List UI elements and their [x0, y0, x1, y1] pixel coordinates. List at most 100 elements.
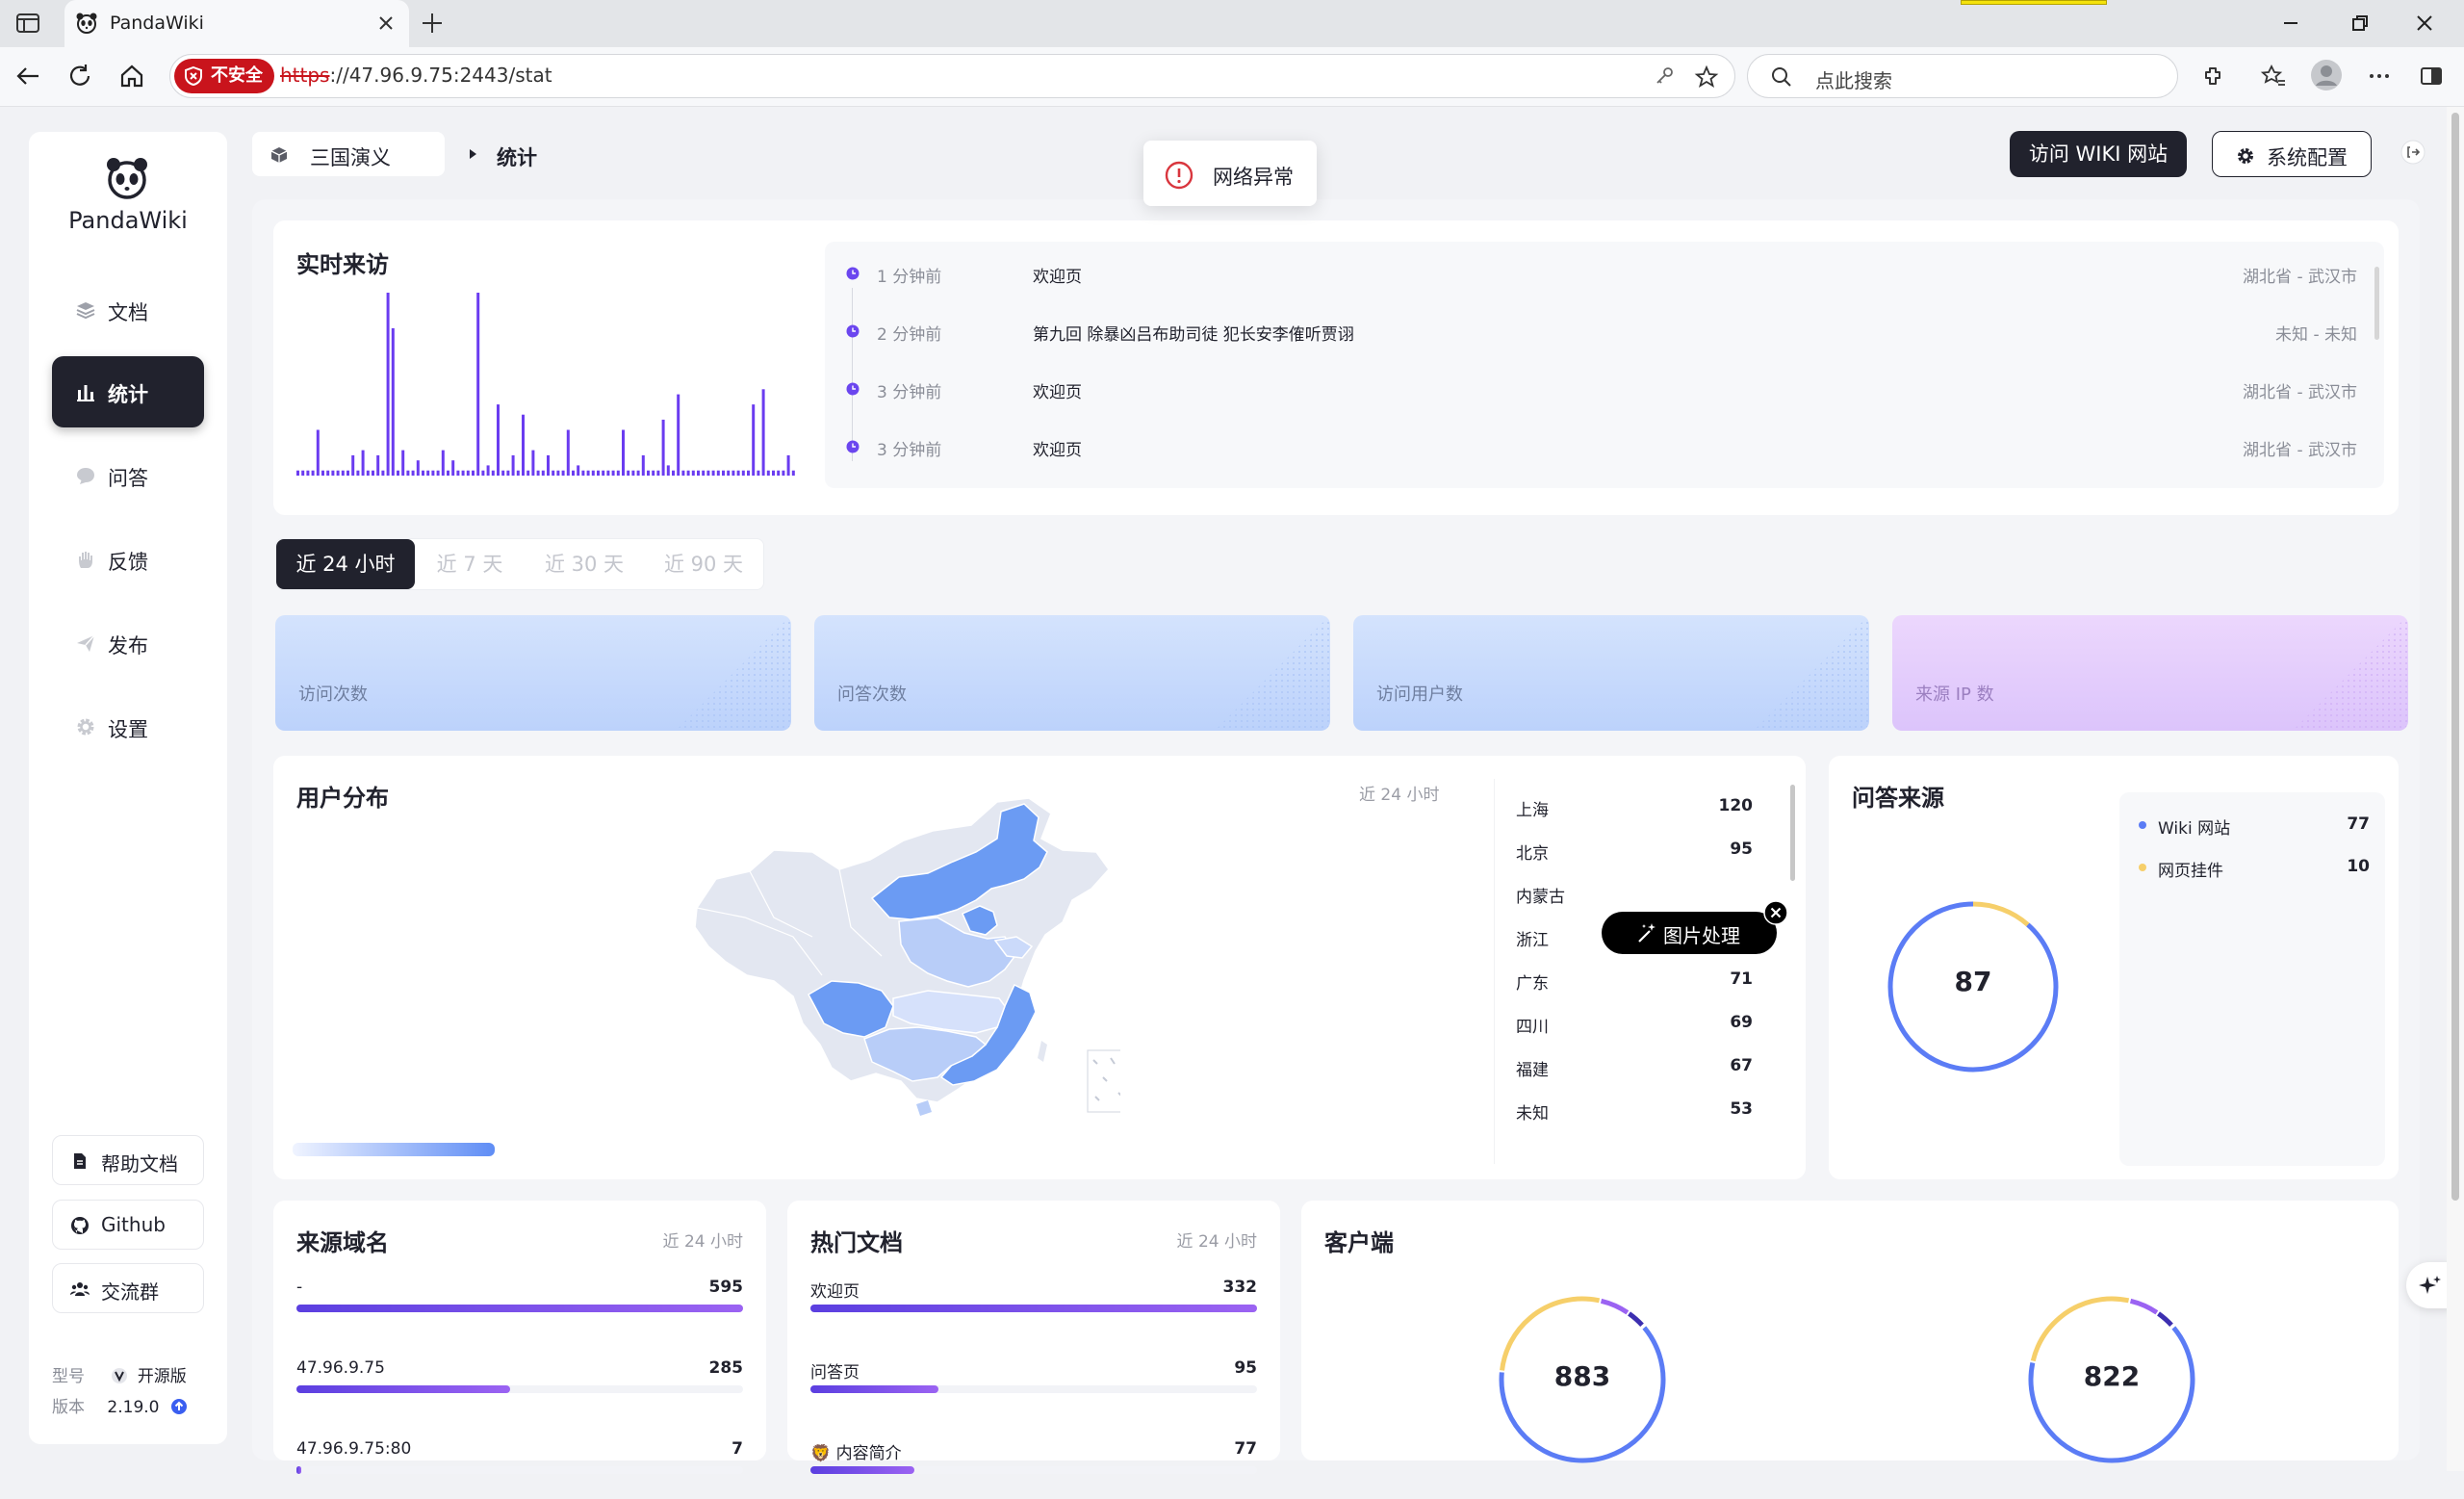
sidebar-item-qa[interactable]: 问答: [52, 440, 204, 511]
back-icon[interactable]: [13, 62, 42, 90]
sidebar: PandaWiki 文档 统计 问答 反馈 发布 设置 帮助文档 Github …: [29, 132, 227, 1444]
network-error-toast: 网络异常: [1143, 141, 1317, 206]
list-item[interactable]: 2 分钟前 第九回 除暴凶吕布助司徒 犯长安李傕听贾诩 未知 - 未知: [825, 311, 2384, 349]
sidebar-item-feedback[interactable]: 反馈: [52, 524, 204, 595]
tab-90d[interactable]: 近 90 天: [644, 539, 763, 589]
new-tab-icon[interactable]: [419, 10, 446, 37]
insecure-badge[interactable]: 不安全: [174, 59, 274, 93]
favorite-star-icon[interactable]: [1694, 65, 1719, 90]
table-row[interactable]: 47.96.9.75 285: [296, 1358, 743, 1418]
chart-bar: [791, 470, 795, 476]
tab-7d[interactable]: 近 7 天: [415, 539, 525, 589]
list-item[interactable]: 3 分钟前 欢迎页 湖北省 - 武汉市: [825, 426, 2384, 465]
legend-value: 10: [2347, 857, 2370, 876]
list-scrollbar[interactable]: [2374, 267, 2379, 340]
version-key: 版本: [52, 1398, 85, 1417]
page-scrollbar[interactable]: [2447, 107, 2464, 1471]
community-group-button[interactable]: 交流群: [52, 1263, 204, 1313]
table-row[interactable]: 47.96.9.75:80 7: [296, 1439, 743, 1499]
legend-name: Wiki 网站: [2158, 819, 2231, 839]
split-view-icon[interactable]: [2418, 63, 2445, 90]
image-process-button[interactable]: 图片处理: [1602, 912, 1777, 954]
chart-bar: [536, 470, 540, 476]
chart-bar: [372, 470, 374, 476]
browser-tab-bar: PandaWiki: [0, 0, 2464, 47]
sidebar-item-label: 反馈: [108, 551, 148, 574]
model-value: 开源版: [137, 1367, 187, 1386]
extensions-icon[interactable]: [2200, 63, 2227, 90]
magic-wand-icon: [1636, 921, 1659, 944]
chart-bar: [411, 470, 415, 476]
reload-icon[interactable]: [65, 62, 94, 90]
kpi-texture: [1215, 615, 1330, 731]
favorites-icon[interactable]: [2260, 63, 2287, 90]
row-value: 595: [708, 1278, 744, 1297]
table-row[interactable]: 问答页 95: [810, 1358, 1257, 1418]
list-item[interactable]: 3 分钟前 欢迎页 湖北省 - 武汉市: [825, 369, 2384, 407]
province-list-scrollbar[interactable]: [1790, 785, 1795, 881]
chart-bar: [461, 470, 465, 476]
sidebar-item-stats[interactable]: 统计: [52, 356, 204, 427]
kpi-texture: [2293, 615, 2408, 731]
row-name: 47.96.9.75: [296, 1358, 385, 1378]
model-row: 型号 开源版: [52, 1362, 187, 1386]
update-arrow-icon[interactable]: [170, 1398, 188, 1415]
tab-30d[interactable]: 近 30 天: [525, 539, 644, 589]
key-icon[interactable]: [1654, 65, 1675, 87]
url-text[interactable]: https://47.96.9.75:2443/stat: [280, 64, 552, 87]
restore-icon[interactable]: [2348, 12, 2372, 35]
panda-favicon-icon: [74, 11, 99, 36]
map-legend-gradient: [293, 1143, 495, 1156]
chart-bar: [422, 470, 424, 476]
visit-time: 2 分钟前: [877, 325, 942, 345]
home-icon[interactable]: [117, 62, 146, 90]
browser-tab[interactable]: PandaWiki: [64, 0, 409, 47]
list-item[interactable]: 1 分钟前 欢迎页 湖北省 - 武汉市: [825, 253, 2384, 292]
legend-dot: [2139, 821, 2146, 829]
sidebar-item-settings[interactable]: 设置: [52, 691, 204, 762]
close-icon[interactable]: [1763, 900, 1788, 925]
github-button[interactable]: Github: [52, 1200, 204, 1250]
chart-bar: [602, 470, 605, 476]
province-name: 四川: [1516, 1018, 1549, 1037]
map-sea-islands: [1092, 1057, 1120, 1101]
chart-bar: [747, 470, 750, 476]
system-config-button[interactable]: 系统配置: [2212, 131, 2372, 177]
row-name: 欢迎页: [810, 1282, 860, 1302]
more-icon[interactable]: [2366, 63, 2393, 90]
page-scrollbar-thumb[interactable]: [2451, 113, 2459, 1201]
clock-icon: [846, 324, 860, 338]
chart-bar: [711, 470, 715, 476]
version-badge-icon: [111, 1367, 128, 1384]
tab-24h[interactable]: 近 24 小时: [276, 539, 415, 589]
logout-icon[interactable]: [2400, 140, 2426, 165]
table-row[interactable]: 欢迎页 332: [810, 1278, 1257, 1337]
minimize-icon[interactable]: [2279, 12, 2302, 35]
table-row[interactable]: 🦁 内容简介 77: [810, 1439, 1257, 1499]
tab-actions-icon[interactable]: [13, 12, 42, 35]
close-tab-icon[interactable]: [374, 12, 398, 35]
chart-bar: [506, 470, 510, 476]
chart-bar: [697, 470, 700, 476]
visit-wiki-button[interactable]: 访问 WIKI 网站: [2010, 131, 2187, 177]
clock-icon: [846, 382, 860, 396]
url-bar[interactable]: 不安全 https://47.96.9.75:2443/stat: [169, 54, 1735, 98]
chart-bar: [491, 470, 495, 476]
province-value: 95: [1730, 840, 1753, 859]
browser-search-box[interactable]: 点此搜索: [1747, 54, 2178, 98]
chart-bar: [616, 470, 620, 476]
profile-avatar[interactable]: [2310, 59, 2343, 91]
table-row[interactable]: - 595: [296, 1278, 743, 1337]
sidebar-item-publish[interactable]: 发布: [52, 607, 204, 679]
help-docs-button[interactable]: 帮助文档: [52, 1135, 204, 1185]
chart-bar: [306, 470, 310, 476]
sidebar-item-docs[interactable]: 文档: [52, 274, 204, 346]
chart-bar: [782, 470, 785, 476]
visit-location: 湖北省 - 武汉市: [2243, 383, 2357, 402]
sparkle-icon: [2418, 1274, 2443, 1299]
ai-assistant-button[interactable]: [2406, 1262, 2452, 1308]
cube-icon: [270, 145, 289, 165]
knowledge-base-selector[interactable]: 三国演义: [252, 132, 445, 176]
chart-bar: [501, 470, 505, 476]
window-close-icon[interactable]: [2413, 12, 2436, 35]
